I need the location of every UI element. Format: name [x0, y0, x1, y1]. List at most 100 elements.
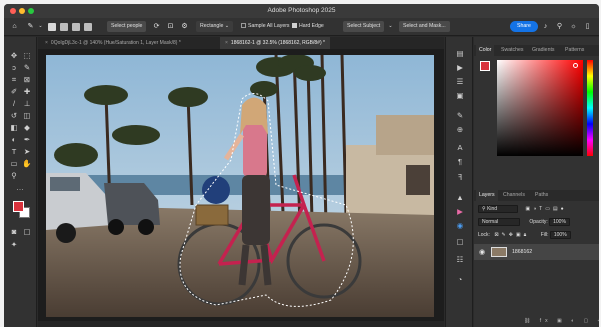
layer-name: 1868162 [512, 249, 533, 255]
more-tools-icon[interactable]: … [15, 183, 25, 193]
eye-icon[interactable]: ◉ [479, 248, 485, 256]
color-picker-field[interactable] [497, 60, 583, 156]
properties-panel-icon[interactable]: ☰ [455, 77, 465, 87]
shape-tool-icon[interactable]: ▭ [9, 159, 19, 169]
3d-panel-icon[interactable]: ▲ [455, 193, 465, 203]
tab-paths[interactable]: Paths [532, 190, 551, 201]
home-icon[interactable]: ⌂ [10, 21, 19, 32]
layer-filter-row: ⚲ Kind ▣◑T▭▤● [478, 205, 567, 214]
sample-all-layers-checkbox[interactable]: Sample All Layers [241, 21, 290, 32]
zoom-tool-icon[interactable]: ⚲ [9, 171, 19, 181]
layer-filter-select[interactable]: ⚲ Kind [478, 205, 518, 213]
object-finder-icon[interactable]: ⊡ [166, 21, 175, 32]
settings-gear-icon[interactable]: ⚙ [180, 21, 189, 32]
hard-edge-label: Hard Edge [299, 23, 324, 29]
generative-icon[interactable]: ✦ [9, 240, 19, 250]
blur-tool-icon[interactable]: ◆ [22, 123, 32, 133]
refresh-icon[interactable]: ⟳ [152, 21, 161, 32]
tab-document-1-label: 0QoIgDjL3c-1 @ 140% (Hue/Saturation 1, L… [50, 40, 181, 46]
clone-stamp-tool-icon[interactable]: ⊥ [22, 99, 32, 109]
tab-document-2[interactable]: × 1868162-1 @ 32.5% (1868162, RGB/8#) * [220, 37, 330, 49]
hard-edge-checkbox[interactable]: Hard Edge [292, 21, 324, 32]
color-panel-foreground-swatch[interactable] [480, 61, 490, 71]
quick-mask-icon[interactable]: ◙ [9, 227, 19, 237]
mode-select[interactable]: Rectangle ⌄ [196, 21, 234, 32]
adjustments-panel-icon[interactable]: ◉ [455, 221, 465, 231]
dodge-tool-icon[interactable]: ◐ [9, 135, 19, 145]
sample-all-layers-check [241, 23, 246, 29]
crop-tool-icon[interactable]: ⌗ [9, 75, 19, 85]
select-and-mask-button[interactable]: Select and Mask... [399, 21, 450, 32]
clone-source-icon[interactable]: ⊕ [455, 125, 465, 135]
history-brush-tool-icon[interactable]: ↺ [9, 111, 19, 121]
move-tool-icon[interactable]: ✥ [9, 51, 19, 61]
search-icon[interactable]: ⚲ [555, 21, 564, 32]
gradient-panel-icon[interactable]: ▶ [455, 207, 465, 217]
bell-icon[interactable]: ♪ [541, 21, 550, 32]
document-canvas[interactable] [46, 55, 434, 317]
layer-filter-icons[interactable]: ▣◑T▭▤● [525, 206, 566, 212]
share-button[interactable]: Share [510, 21, 538, 32]
libraries-panel-icon[interactable]: ▣ [455, 91, 465, 101]
brush-tool-icon[interactable]: / [9, 99, 19, 109]
actions-panel-icon[interactable]: ▶ [455, 63, 465, 73]
intersect-selection-icon[interactable] [84, 23, 92, 31]
opacity-field[interactable]: 100% [549, 218, 570, 226]
close-tab-icon[interactable]: × [45, 40, 48, 46]
select-subject-button[interactable]: Select Subject [343, 21, 385, 32]
foreground-color-swatch[interactable] [13, 201, 24, 212]
screen-mode-icon[interactable]: ▢ [22, 227, 32, 237]
close-tab-icon[interactable]: × [225, 40, 228, 46]
tab-color[interactable]: Color [476, 45, 495, 56]
subtract-from-selection-icon[interactable] [72, 23, 80, 31]
history-panel-icon[interactable]: ▤ [455, 49, 465, 59]
tab-document-2-label: 1868162-1 @ 32.5% (1868162, RGB/8#) * [230, 40, 325, 46]
add-to-selection-icon[interactable] [60, 23, 68, 31]
right-panels: Color Swatches Gradients Patterns Layers… [474, 37, 599, 327]
lasso-tool-icon[interactable]: ↄ [9, 63, 19, 73]
quick-selection-tool-icon[interactable]: ✎ [22, 63, 32, 73]
glyphs-panel-icon[interactable]: ꟻ [455, 173, 465, 183]
pen-tool-icon[interactable]: ✒ [22, 135, 32, 145]
character-panel-icon[interactable]: A [455, 143, 465, 153]
hand-tool-icon[interactable]: ✋ [22, 159, 32, 169]
preset-dropdown-icon[interactable]: ⌄ [36, 21, 45, 32]
quick-selection-tool-preset-icon[interactable]: ✎ [26, 21, 35, 32]
blend-mode-select[interactable]: Normal [478, 218, 520, 226]
canvas-area[interactable] [38, 49, 444, 321]
brush-settings-icon[interactable]: ✎ [455, 111, 465, 121]
new-selection-icon[interactable] [48, 23, 56, 31]
tab-layers[interactable]: Layers [476, 190, 498, 201]
navigator-panel-icon[interactable]: ◔ [455, 275, 465, 285]
layer-row[interactable]: ◉ 1868162 [474, 244, 599, 260]
layers-footer-icons[interactable]: ⛓ fx ▣ ◐ ▢ + 🗑︎ [524, 317, 599, 326]
layers-panel-tabs: Layers Channels Paths [474, 190, 599, 201]
eraser-tool-icon[interactable]: ◫ [22, 111, 32, 121]
tools-panel: ✥ ⬚ ↄ ✎ ⌗ ⊠ ✐ ✚ / ⊥ ↺ ◫ ◧ ◆ ◐ ✒ T ➤ ▭ ✋ … [4, 37, 37, 327]
tab-patterns[interactable]: Patterns [562, 45, 587, 56]
title-bar: Adobe Photoshop 2025 [4, 4, 599, 18]
select-subject-dropdown-icon[interactable]: ⌄ [386, 21, 395, 32]
tab-swatches[interactable]: Swatches [498, 45, 527, 56]
color-picker-cursor[interactable] [573, 63, 578, 68]
frame-tool-icon[interactable]: ⊠ [22, 75, 32, 85]
type-tool-icon[interactable]: T [9, 147, 19, 157]
notes-panel-icon[interactable]: ▢ [455, 237, 465, 247]
timeline-panel-icon[interactable]: ☷ [455, 255, 465, 265]
opacity-label: Opacity: [529, 219, 548, 225]
tab-gradients[interactable]: Gradients [529, 45, 558, 56]
hue-slider[interactable] [587, 60, 593, 156]
paragraph-panel-icon[interactable]: ¶ [455, 157, 465, 167]
workspace-icon[interactable]: ▯ [583, 21, 592, 32]
marquee-tool-icon[interactable]: ⬚ [22, 51, 32, 61]
select-people-button[interactable]: Select people [107, 21, 147, 32]
fill-field[interactable]: 100% [549, 231, 571, 239]
spot-healing-tool-icon[interactable]: ✚ [22, 87, 32, 97]
tab-channels[interactable]: Channels [500, 190, 528, 201]
gradient-tool-icon[interactable]: ◧ [9, 123, 19, 133]
tab-document-1[interactable]: × 0QoIgDjL3c-1 @ 140% (Hue/Saturation 1, … [40, 37, 186, 49]
eyedropper-tool-icon[interactable]: ✐ [9, 87, 19, 97]
lightbulb-icon[interactable]: ☼ [569, 21, 578, 32]
lock-icons[interactable]: ⊠✎✥▣🔒︎ [494, 232, 529, 238]
path-selection-tool-icon[interactable]: ➤ [22, 147, 32, 157]
